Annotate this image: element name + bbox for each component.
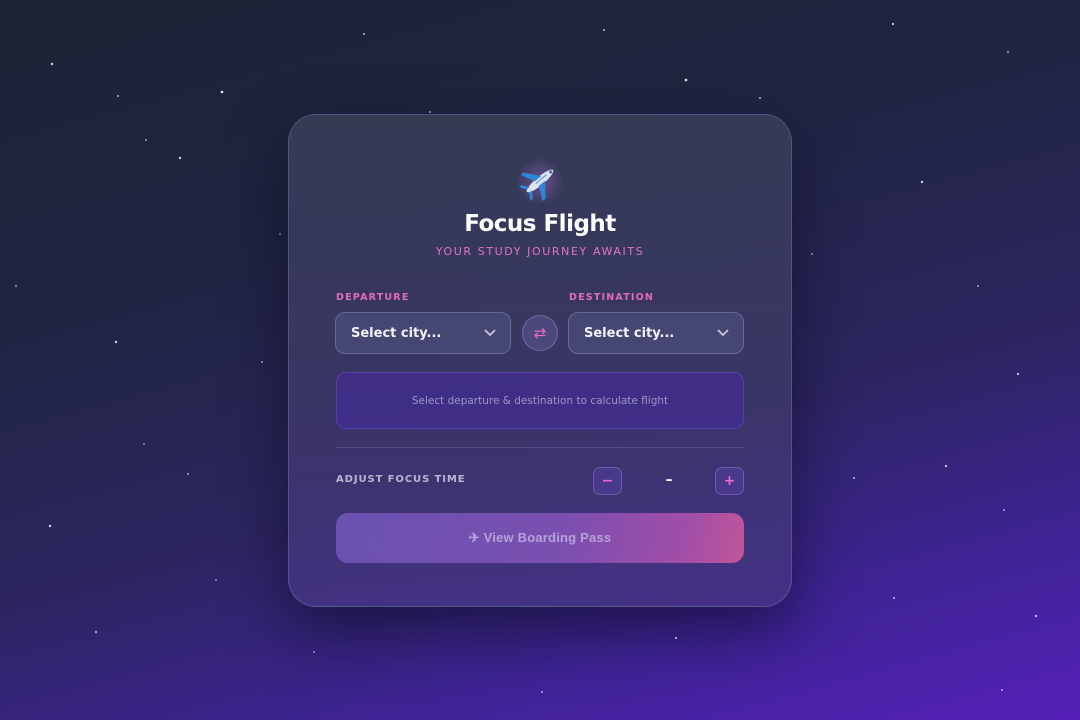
section-divider	[336, 447, 744, 448]
flight-info-panel: Select departure & destination to calcul…	[336, 372, 744, 429]
chevron-down-icon	[484, 329, 496, 336]
airplane-icon	[516, 157, 564, 205]
app-title: Focus Flight	[464, 211, 616, 237]
departure-label: DEPARTURE	[336, 292, 410, 303]
swap-route-button[interactable]: ⇄	[522, 315, 558, 351]
destination-label: DESTINATION	[569, 292, 655, 303]
chevron-down-icon	[717, 329, 729, 336]
destination-select[interactable]: Select city...	[568, 312, 744, 354]
view-boarding-pass-label: ✈ View Boarding Pass	[468, 530, 612, 545]
increase-focus-button[interactable]: +	[715, 467, 744, 495]
flight-info-message: Select departure & destination to calcul…	[411, 394, 669, 407]
focus-time-value: –	[665, 472, 673, 488]
view-boarding-pass-button[interactable]: ✈ View Boarding Pass	[336, 513, 744, 563]
decrease-focus-button[interactable]: −	[593, 467, 622, 495]
swap-arrows-icon: ⇄	[533, 323, 547, 342]
destination-select-value: Select city...	[584, 325, 675, 341]
departure-select[interactable]: Select city...	[335, 312, 511, 354]
departure-select-value: Select city...	[351, 325, 442, 341]
focus-time-label: ADJUST FOCUS TIME	[336, 474, 466, 485]
app-subtitle: YOUR STUDY JOURNEY AWAITS	[435, 245, 645, 258]
